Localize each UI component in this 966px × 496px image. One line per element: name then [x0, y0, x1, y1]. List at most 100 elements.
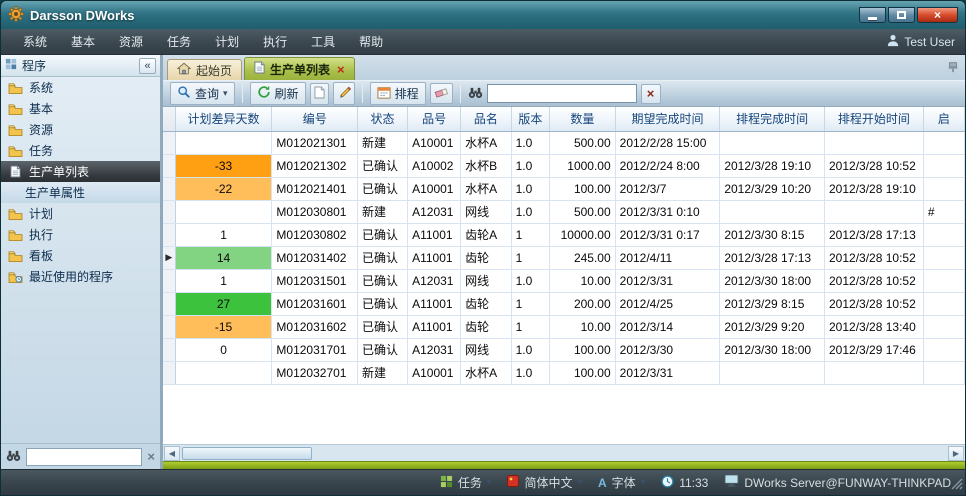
table-row[interactable]: -15M012031602已确认A11001齿轮110.002012/3/142… [163, 315, 965, 338]
column-header[interactable]: 期望完成时间 [615, 107, 720, 131]
row-selector[interactable] [163, 131, 175, 154]
orders-table: 计划差异天数编号状态品号品名版本数量期望完成时间排程完成时间排程开始时间启M01… [163, 107, 965, 385]
cell: 2012/3/14 [615, 315, 720, 338]
diff-days-cell: 0 [175, 338, 272, 361]
sidebar-item[interactable]: 看板 [1, 245, 160, 266]
schedule-button[interactable]: 排程 [370, 82, 426, 105]
tab-label: 起始页 [196, 62, 232, 79]
menu-item[interactable]: 工具 [299, 28, 347, 55]
cell: 网线 [461, 200, 511, 223]
table-row[interactable]: ▶14M012031402已确认A11001齿轮1245.002012/4/11… [163, 246, 965, 269]
row-selector[interactable] [163, 269, 175, 292]
sidebar-item[interactable]: 执行 [1, 224, 160, 245]
document-icon [254, 61, 265, 77]
font-menu[interactable]: A 字体 ▾ [598, 474, 645, 491]
language-menu[interactable]: 简体中文 ▾ [507, 474, 582, 491]
row-selector[interactable] [163, 338, 175, 361]
scrollbar-thumb[interactable] [182, 447, 312, 460]
sidebar-item[interactable]: 计划 [1, 203, 160, 224]
column-header[interactable]: 启 [923, 107, 964, 131]
menu-item[interactable]: 执行 [251, 28, 299, 55]
table-row[interactable]: M012032701新建A10001水杯A1.0100.002012/3/31 [163, 361, 965, 384]
column-header[interactable]: 计划差异天数 [175, 107, 272, 131]
cell [923, 131, 964, 154]
sidebar-item[interactable]: 基本 [1, 98, 160, 119]
new-button[interactable] [310, 83, 329, 105]
refresh-label: 刷新 [275, 85, 299, 102]
table-row[interactable]: 27M012031601已确认A11001齿轮1200.002012/4/252… [163, 292, 965, 315]
pin-icon[interactable] [947, 61, 959, 76]
tab-close-icon[interactable]: × [337, 63, 345, 76]
table-row[interactable]: 1M012030802已确认A11001齿轮A110000.002012/3/3… [163, 223, 965, 246]
table-row[interactable]: M012021301新建A10001水杯A1.0500.002012/2/28 … [163, 131, 965, 154]
sidebar-item-label: 生产单属性 [25, 184, 85, 201]
row-selector[interactable] [163, 361, 175, 384]
sidebar-item[interactable]: 生产单列表 [1, 161, 160, 182]
cell: M012031402 [272, 246, 358, 269]
sidebar-item[interactable]: 任务 [1, 140, 160, 161]
sidebar-item[interactable]: 最近使用的程序 [1, 266, 160, 287]
table-row[interactable]: -33M012021302已确认A10002水杯B1.01000.002012/… [163, 154, 965, 177]
row-selector[interactable] [163, 223, 175, 246]
tab[interactable]: 起始页 [167, 59, 242, 80]
schedule-label: 排程 [395, 85, 419, 102]
clear-schedule-button[interactable] [430, 83, 453, 104]
menu-item[interactable]: 资源 [107, 28, 155, 55]
sidebar-collapse-button[interactable]: « [139, 58, 156, 74]
sidebar-item[interactable]: 资源 [1, 119, 160, 140]
diff-days-cell: -33 [175, 154, 272, 177]
menu-item[interactable]: 任务 [155, 28, 203, 55]
close-button[interactable]: × [917, 7, 958, 23]
row-selector[interactable] [163, 292, 175, 315]
menu-item[interactable]: 基本 [59, 28, 107, 55]
task-icon [440, 475, 453, 491]
horizontal-scrollbar[interactable]: ◀ ▶ [163, 444, 965, 461]
menu-item[interactable]: 计划 [203, 28, 251, 55]
edit-button[interactable] [333, 82, 355, 105]
sidebar-item[interactable]: 生产单属性 [1, 182, 160, 203]
filter-input[interactable] [487, 84, 637, 103]
sidebar-item-label: 看板 [29, 247, 53, 264]
cell: 2012/3/31 [615, 361, 720, 384]
table-row[interactable]: M012030801新建A12031网线1.0500.002012/3/31 0… [163, 200, 965, 223]
column-header[interactable]: 编号 [272, 107, 358, 131]
column-header[interactable]: 数量 [550, 107, 616, 131]
sidebar-search-clear-icon[interactable]: × [147, 450, 155, 463]
app-window: Darsson DWorks × 系统基本资源任务计划执行工具帮助 Test U… [0, 0, 966, 496]
column-header[interactable]: 品号 [408, 107, 461, 131]
table-row[interactable]: 0M012031701已确认A12031网线1.0100.002012/3/30… [163, 338, 965, 361]
column-header[interactable]: 版本 [511, 107, 549, 131]
row-selector[interactable] [163, 177, 175, 200]
menu-item[interactable]: 系统 [11, 28, 59, 55]
column-header[interactable]: 排程完成时间 [720, 107, 825, 131]
titlebar: Darsson DWorks × [1, 1, 965, 29]
resize-grip[interactable] [951, 478, 963, 493]
menu-item[interactable]: 帮助 [347, 28, 395, 55]
table-row[interactable]: 1M012031501已确认A12031网线1.010.002012/3/312… [163, 269, 965, 292]
user-area[interactable]: Test User [887, 34, 955, 50]
tabstrip: 起始页生产单列表× [163, 55, 965, 80]
sidebar-search-input[interactable] [26, 448, 142, 466]
filter-clear-button[interactable]: × [641, 84, 661, 104]
cell: 2012/2/24 8:00 [615, 154, 720, 177]
tab[interactable]: 生产单列表× [244, 57, 355, 80]
column-header[interactable]: 品名 [461, 107, 511, 131]
row-selector[interactable] [163, 154, 175, 177]
query-button[interactable]: 查询 ▾ [170, 82, 235, 105]
refresh-button[interactable]: 刷新 [250, 82, 306, 105]
row-selector[interactable]: ▶ [163, 246, 175, 269]
row-selector[interactable] [163, 315, 175, 338]
diff-days-cell: 1 [175, 223, 272, 246]
table-row[interactable]: -22M012021401已确认A10001水杯A1.0100.002012/3… [163, 177, 965, 200]
scroll-right-icon[interactable]: ▶ [948, 446, 964, 461]
task-menu[interactable]: 任务 ▾ [440, 474, 492, 491]
cell: 500.00 [550, 200, 616, 223]
maximize-button[interactable] [888, 7, 915, 23]
minimize-button[interactable] [859, 7, 886, 23]
column-header[interactable]: 排程开始时间 [825, 107, 924, 131]
sidebar-item[interactable]: 系统 [1, 77, 160, 98]
folder-recent-icon [8, 271, 23, 283]
column-header[interactable]: 状态 [357, 107, 407, 131]
row-selector[interactable] [163, 200, 175, 223]
scroll-left-icon[interactable]: ◀ [164, 446, 180, 461]
